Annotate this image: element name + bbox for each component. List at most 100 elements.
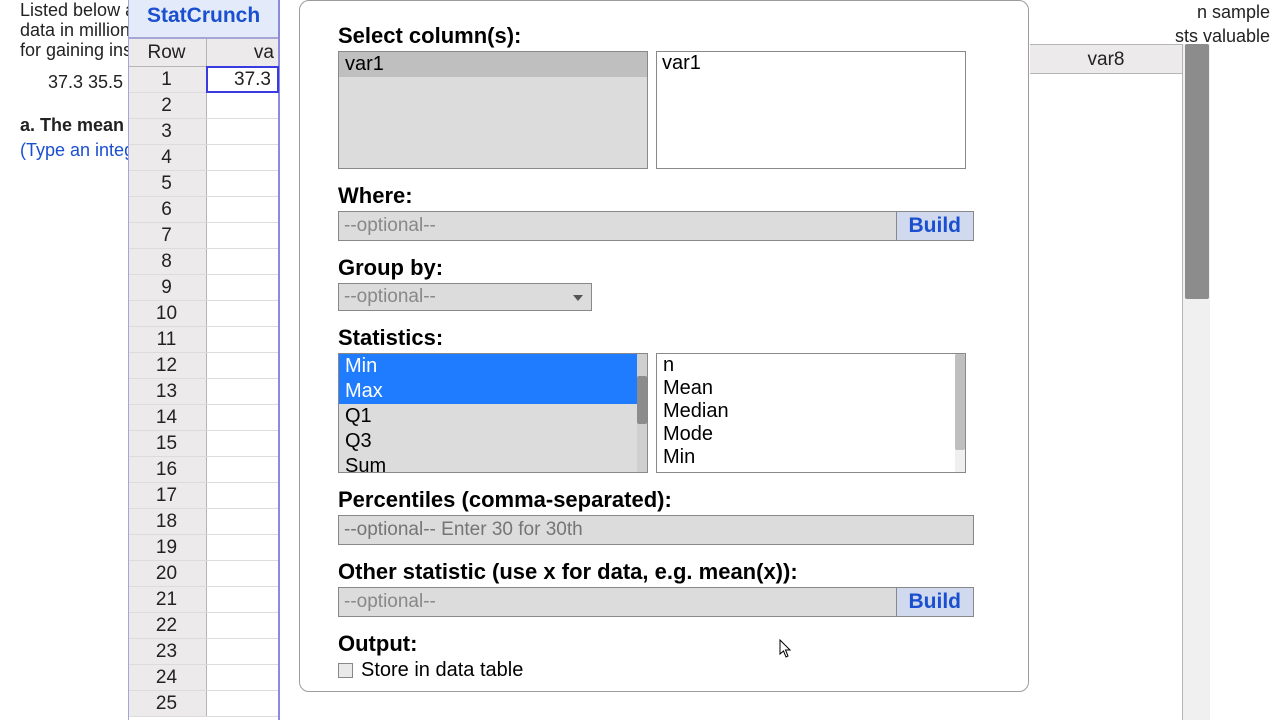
table-row[interactable]: 5 <box>129 171 278 197</box>
table-row[interactable]: 17 <box>129 483 278 509</box>
cell[interactable] <box>207 379 278 404</box>
bg-text-tr: n samplests valuable <box>1175 0 1270 49</box>
available-columns-listbox[interactable]: var1 <box>338 51 648 169</box>
table-row[interactable]: 6 <box>129 197 278 223</box>
cell[interactable] <box>207 249 278 274</box>
cell[interactable] <box>207 587 278 612</box>
cell[interactable] <box>207 93 278 118</box>
cell[interactable] <box>207 197 278 222</box>
table-row[interactable]: 3 <box>129 119 278 145</box>
table-row[interactable]: 13 <box>129 379 278 405</box>
table-row[interactable]: 137.3 <box>129 67 278 93</box>
table-row[interactable]: 9 <box>129 275 278 301</box>
row-number: 11 <box>129 327 207 352</box>
list-item[interactable]: var1 <box>662 52 960 75</box>
row-header: Row <box>129 39 207 66</box>
list-item[interactable]: Max <box>339 379 647 404</box>
table-row[interactable]: 12 <box>129 353 278 379</box>
stats-right-thumb[interactable] <box>955 354 965 450</box>
row-number: 1 <box>129 67 207 92</box>
cell[interactable] <box>207 457 278 482</box>
list-item[interactable]: Q1 <box>339 404 647 429</box>
table-row[interactable]: 20 <box>129 561 278 587</box>
scrollbar-thumb[interactable] <box>1185 44 1209 299</box>
cell[interactable] <box>207 171 278 196</box>
table-row[interactable]: 22 <box>129 613 278 639</box>
cell[interactable] <box>207 561 278 586</box>
table-row[interactable]: 25 <box>129 691 278 717</box>
cell[interactable] <box>207 535 278 560</box>
spreadsheet-panel: StatCrunch Row va 137.323456789101112131… <box>128 0 280 720</box>
bg-text-type: (Type an integ <box>20 138 134 162</box>
select-columns-label: Select column(s): <box>338 23 990 49</box>
list-item[interactable]: Min <box>657 446 965 469</box>
col-header: va <box>207 39 278 66</box>
stats-right-scrollbar[interactable] <box>955 354 965 472</box>
chosen-columns-listbox[interactable]: var1 <box>656 51 966 169</box>
table-row[interactable]: 2 <box>129 93 278 119</box>
stats-left-scrollbar[interactable] <box>637 354 647 472</box>
row-number: 24 <box>129 665 207 690</box>
table-row[interactable]: 18 <box>129 509 278 535</box>
store-in-table-checkbox[interactable] <box>338 663 353 678</box>
table-row[interactable]: 11 <box>129 327 278 353</box>
statistics-label: Statistics: <box>338 325 990 351</box>
cell[interactable] <box>207 223 278 248</box>
bg-text-nums: 37.3 35.5 <box>48 70 123 94</box>
cell[interactable] <box>207 665 278 690</box>
row-number: 17 <box>129 483 207 508</box>
where-build-button[interactable]: Build <box>897 211 975 241</box>
cell[interactable] <box>207 327 278 352</box>
col-header-var8[interactable]: var8 <box>1030 44 1182 74</box>
list-item[interactable]: Mean <box>657 377 965 400</box>
table-row[interactable]: 14 <box>129 405 278 431</box>
list-item[interactable]: Mode <box>657 423 965 446</box>
list-item[interactable]: Q3 <box>339 429 647 454</box>
other-statistic-input[interactable] <box>338 587 897 617</box>
app-title: StatCrunch <box>129 0 278 39</box>
cell[interactable] <box>207 431 278 456</box>
list-item[interactable]: Sum <box>339 454 647 473</box>
row-number: 13 <box>129 379 207 404</box>
spreadsheet-rows: 137.323456789101112131415161718192021222… <box>129 67 278 717</box>
list-item[interactable]: Min <box>339 354 647 379</box>
cell[interactable] <box>207 301 278 326</box>
cell[interactable]: 37.3 <box>206 66 279 93</box>
cell[interactable] <box>207 639 278 664</box>
row-number: 25 <box>129 691 207 716</box>
list-item[interactable]: n <box>657 354 965 377</box>
cell[interactable] <box>207 691 278 716</box>
statistics-available-listbox[interactable]: MinMaxQ1Q3Sum <box>338 353 648 473</box>
table-row[interactable]: 8 <box>129 249 278 275</box>
table-row[interactable]: 19 <box>129 535 278 561</box>
cell[interactable] <box>207 405 278 430</box>
cell[interactable] <box>207 483 278 508</box>
table-row[interactable]: 21 <box>129 587 278 613</box>
table-row[interactable]: 4 <box>129 145 278 171</box>
vertical-scrollbar[interactable] <box>1182 44 1210 720</box>
cell[interactable] <box>207 275 278 300</box>
row-number: 12 <box>129 353 207 378</box>
stats-left-thumb[interactable] <box>637 376 647 424</box>
other-build-button[interactable]: Build <box>897 587 975 617</box>
cell[interactable] <box>207 353 278 378</box>
where-input[interactable] <box>338 211 897 241</box>
row-number: 15 <box>129 431 207 456</box>
list-item[interactable]: Median <box>657 400 965 423</box>
summary-stats-dialog: Select column(s): var1 var1 Where: Build… <box>299 0 1029 692</box>
list-item[interactable]: var1 <box>339 52 647 77</box>
table-row[interactable]: 7 <box>129 223 278 249</box>
cell[interactable] <box>207 509 278 534</box>
cell[interactable] <box>207 145 278 170</box>
table-row[interactable]: 16 <box>129 457 278 483</box>
statistics-selected-listbox[interactable]: nMeanMedianModeMin <box>656 353 966 473</box>
table-row[interactable]: 23 <box>129 639 278 665</box>
table-row[interactable]: 24 <box>129 665 278 691</box>
groupby-dropdown[interactable]: --optional-- <box>338 283 592 311</box>
cell[interactable] <box>207 613 278 638</box>
table-row[interactable]: 10 <box>129 301 278 327</box>
cell[interactable] <box>207 119 278 144</box>
table-row[interactable]: 15 <box>129 431 278 457</box>
percentiles-input[interactable] <box>338 515 974 545</box>
spreadsheet-column-row: Row va <box>129 39 278 67</box>
